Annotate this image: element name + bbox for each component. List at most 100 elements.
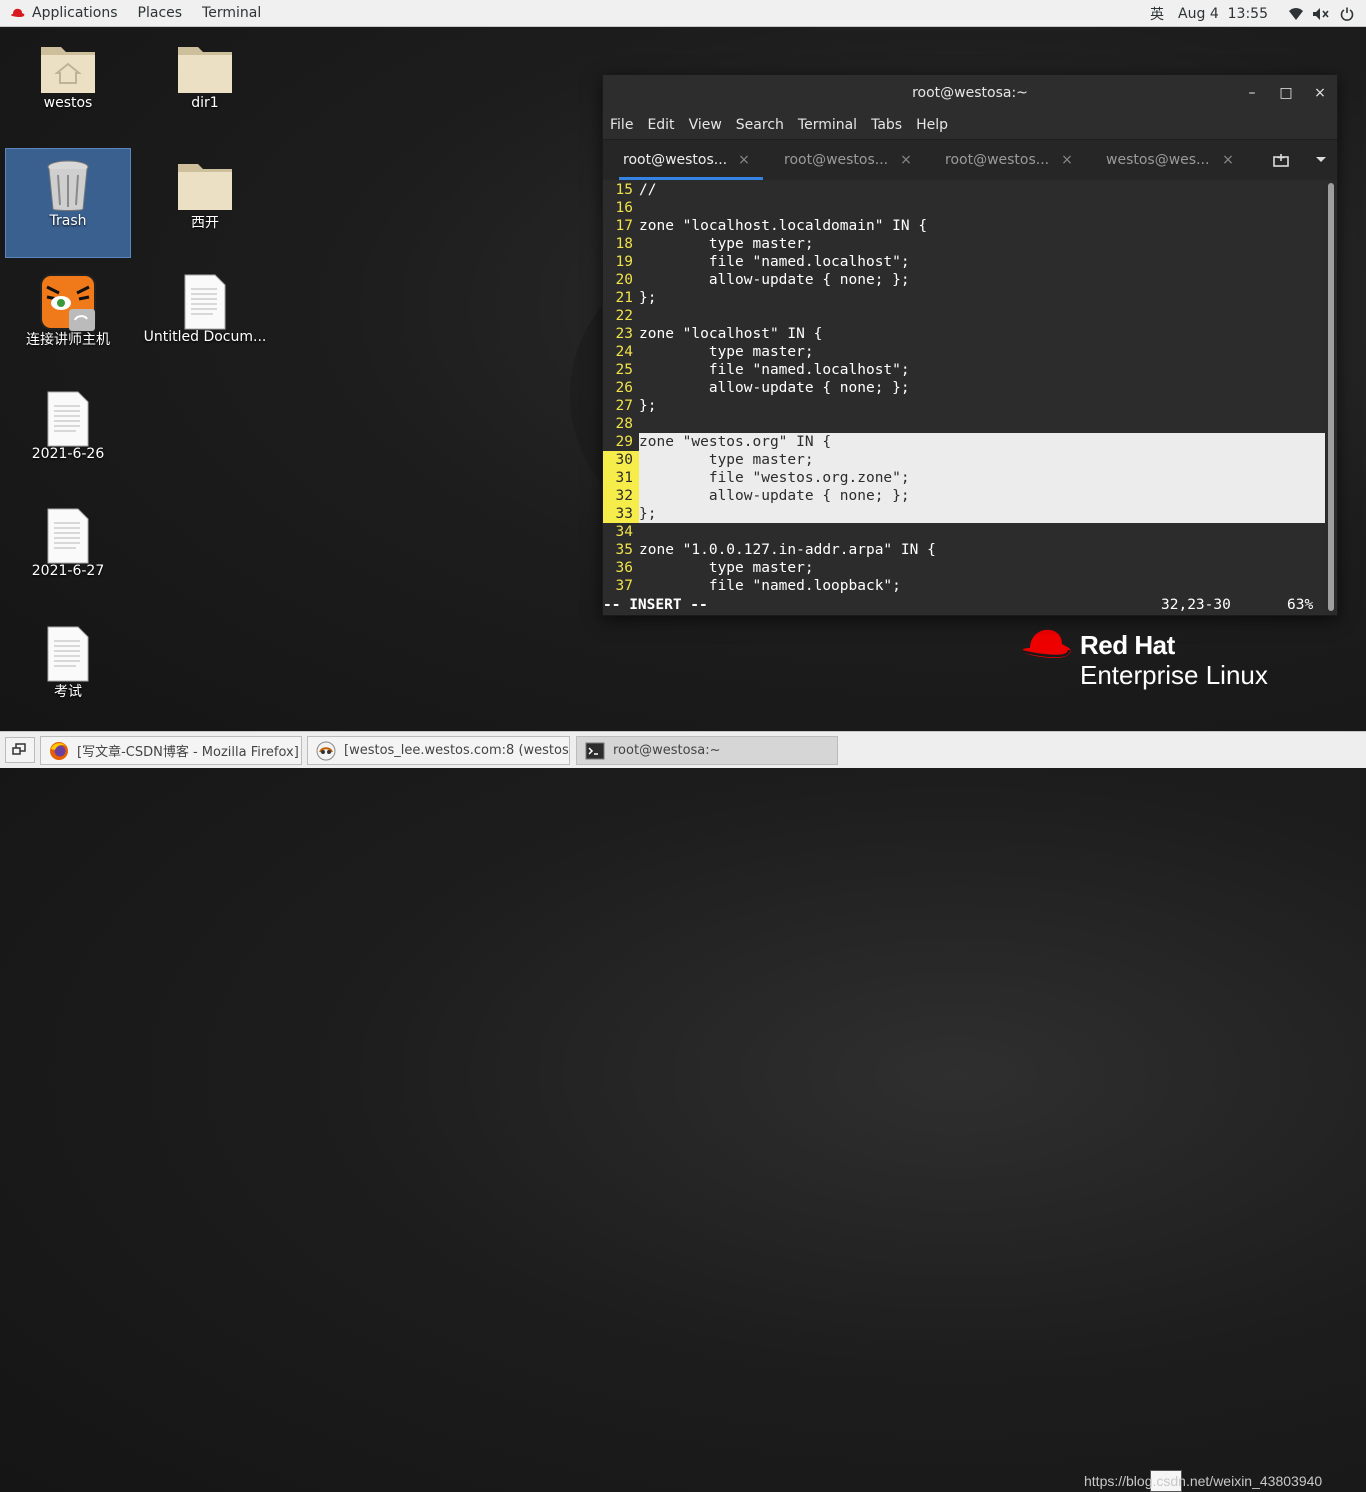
line-text: type master; — [639, 236, 814, 252]
line-number: 21 — [615, 290, 633, 306]
tiger-vnc-icon — [40, 274, 96, 331]
tab-close-icon[interactable]: × — [1058, 152, 1076, 168]
line-text: type master; — [639, 344, 814, 360]
time-label: 13:55 — [1227, 5, 1268, 22]
line-text: }; — [639, 398, 657, 414]
document-icon — [184, 274, 226, 330]
places-menu[interactable]: Places — [128, 0, 193, 27]
line-number: 27 — [615, 398, 633, 414]
clock[interactable]: Aug 4 13:55 — [1178, 6, 1268, 22]
terminal-tab-1[interactable]: root@westos... × — [613, 140, 763, 180]
tab-close-icon[interactable]: × — [897, 152, 915, 168]
editor-line: 18 type master; — [603, 235, 1325, 253]
terminal-scrollbar[interactable] — [1328, 183, 1334, 611]
terminal-tab-2[interactable]: root@westos... × — [774, 140, 925, 180]
tab-close-icon[interactable]: × — [1219, 152, 1237, 168]
show-desktop-icon[interactable] — [5, 737, 35, 763]
line-text — [639, 523, 1325, 541]
tab-close-icon[interactable]: × — [735, 152, 753, 168]
line-number: 31 — [603, 469, 639, 487]
desktop-icon-label: 西开 — [191, 215, 219, 231]
minimize-button[interactable]: – — [1235, 85, 1269, 101]
desktop-icon-label: Trash — [49, 213, 87, 229]
desktop-icon-xikai[interactable]: 西开 — [142, 148, 268, 258]
desktop-icon-label: 2021-6-26 — [31, 446, 105, 462]
line-number: 17 — [615, 218, 633, 234]
line-number: 33 — [603, 505, 639, 523]
volume-muted-icon[interactable] — [1312, 7, 1330, 21]
menu-help[interactable]: Help — [909, 117, 955, 133]
new-tab-icon[interactable] — [1273, 153, 1289, 167]
desktop-icon-connect-teacher[interactable]: 连接讲师主机 — [5, 265, 131, 375]
maximize-button[interactable]: □ — [1269, 85, 1303, 101]
desktop-icon-label: 2021-6-27 — [31, 563, 105, 579]
editor-line: 32 allow-update { none; }; — [603, 487, 1325, 505]
line-text: zone "localhost" IN { — [639, 326, 823, 342]
menu-tabs[interactable]: Tabs — [864, 117, 909, 133]
tab-label: root@westos... — [945, 152, 1050, 168]
menu-edit[interactable]: Edit — [640, 117, 681, 133]
line-text: zone "westos.org" IN { — [639, 433, 1325, 451]
editor-line: 28 — [603, 415, 1325, 433]
home-folder-icon — [41, 47, 95, 93]
vim-statusline: -- INSERT -- 32,23-30 63% — [603, 595, 1325, 615]
wifi-icon[interactable] — [1288, 7, 1304, 21]
line-text: type master; — [639, 451, 1325, 469]
top-panel: Applications Places Terminal 英 Aug 4 13:… — [0, 0, 1366, 27]
editor-line: 35 zone "1.0.0.127.in-addr.arpa" IN { — [603, 541, 1325, 559]
menu-file[interactable]: File — [603, 117, 640, 133]
line-number: 20 — [615, 272, 633, 288]
menu-search[interactable]: Search — [729, 117, 791, 133]
line-number: 30 — [603, 451, 639, 469]
power-icon[interactable] — [1340, 7, 1354, 21]
brand-line2: Enterprise Linux — [1080, 660, 1268, 690]
editor-line: 24 type master; — [603, 343, 1325, 361]
line-text — [639, 199, 1325, 217]
scrollbar-thumb[interactable] — [1328, 183, 1334, 611]
firefox-icon — [50, 741, 68, 760]
tabs-dropdown-icon[interactable] — [1315, 156, 1327, 164]
taskbar-item-label: root@westosa:~ — [613, 743, 721, 758]
line-text — [639, 307, 1325, 325]
line-number: 35 — [615, 542, 633, 558]
line-text: file "westos.org.zone"; — [639, 469, 1325, 487]
editor-line: 26 allow-update { none; }; — [603, 379, 1325, 397]
terminal-menubar: File Edit View Search Terminal Tabs Help — [603, 111, 1337, 140]
scroll-percent: 63% — [1287, 597, 1314, 613]
taskbar-item-terminal[interactable]: root@westosa:~ — [576, 736, 838, 765]
line-text: file "named.localhost"; — [639, 254, 910, 270]
desktop-icon-trash[interactable]: Trash — [5, 148, 131, 258]
line-number: 19 — [615, 254, 633, 270]
desktop-icon-exam[interactable]: 考试 — [5, 617, 131, 727]
applications-menu[interactable]: Applications — [0, 0, 128, 27]
menu-view[interactable]: View — [682, 117, 729, 133]
taskbar-item-vnc[interactable]: [westos_lee.westos.com:8 (westos)... — [307, 736, 570, 765]
applications-label: Applications — [32, 5, 118, 21]
menu-terminal[interactable]: Terminal — [791, 117, 864, 133]
line-text — [639, 415, 1325, 433]
desktop-icon-2021-6-26[interactable]: 2021-6-26 — [5, 382, 131, 492]
close-button[interactable]: × — [1303, 85, 1337, 101]
desktop-icon-dir1[interactable]: dir1 — [142, 31, 268, 141]
taskbar-item-firefox[interactable]: [写文章-CSDN博客 - Mozilla Firefox] — [40, 736, 302, 765]
line-text: allow-update { none; }; — [639, 272, 910, 288]
desktop-icon-westos[interactable]: westos — [5, 31, 131, 141]
terminal-tab-4[interactable]: westos@wes... × — [1096, 140, 1247, 180]
editor-line: 21}; — [603, 289, 1325, 307]
desktop-icon-label: Untitled Docum... — [143, 329, 267, 345]
terminal-icon — [585, 742, 605, 759]
window-titlebar[interactable]: root@westosa:~ – □ × — [603, 75, 1337, 111]
terminal-app-menu[interactable]: Terminal — [192, 0, 271, 27]
vim-editor[interactable]: 15 // 16 17 zone "localhost.localdomain" IN … — [603, 181, 1325, 615]
desktop-icon-untitled-document[interactable]: Untitled Docum... — [142, 265, 268, 375]
cursor-position: 32,23-30 — [1161, 597, 1231, 613]
desktop-icon-2021-6-27[interactable]: 2021-6-27 — [5, 499, 131, 609]
editor-line: 30 type master; — [603, 451, 1325, 469]
editor-line: 34 — [603, 523, 1325, 541]
brand-line1: Red Hat — [1080, 630, 1175, 660]
terminal-tab-3[interactable]: root@westos... × — [935, 140, 1086, 180]
input-method-indicator[interactable]: 英 — [1150, 4, 1164, 24]
line-text: // — [639, 182, 657, 198]
line-text: allow-update { none; }; — [639, 380, 910, 396]
terminal-window[interactable]: root@westosa:~ – □ × File Edit View Sear… — [602, 74, 1338, 616]
